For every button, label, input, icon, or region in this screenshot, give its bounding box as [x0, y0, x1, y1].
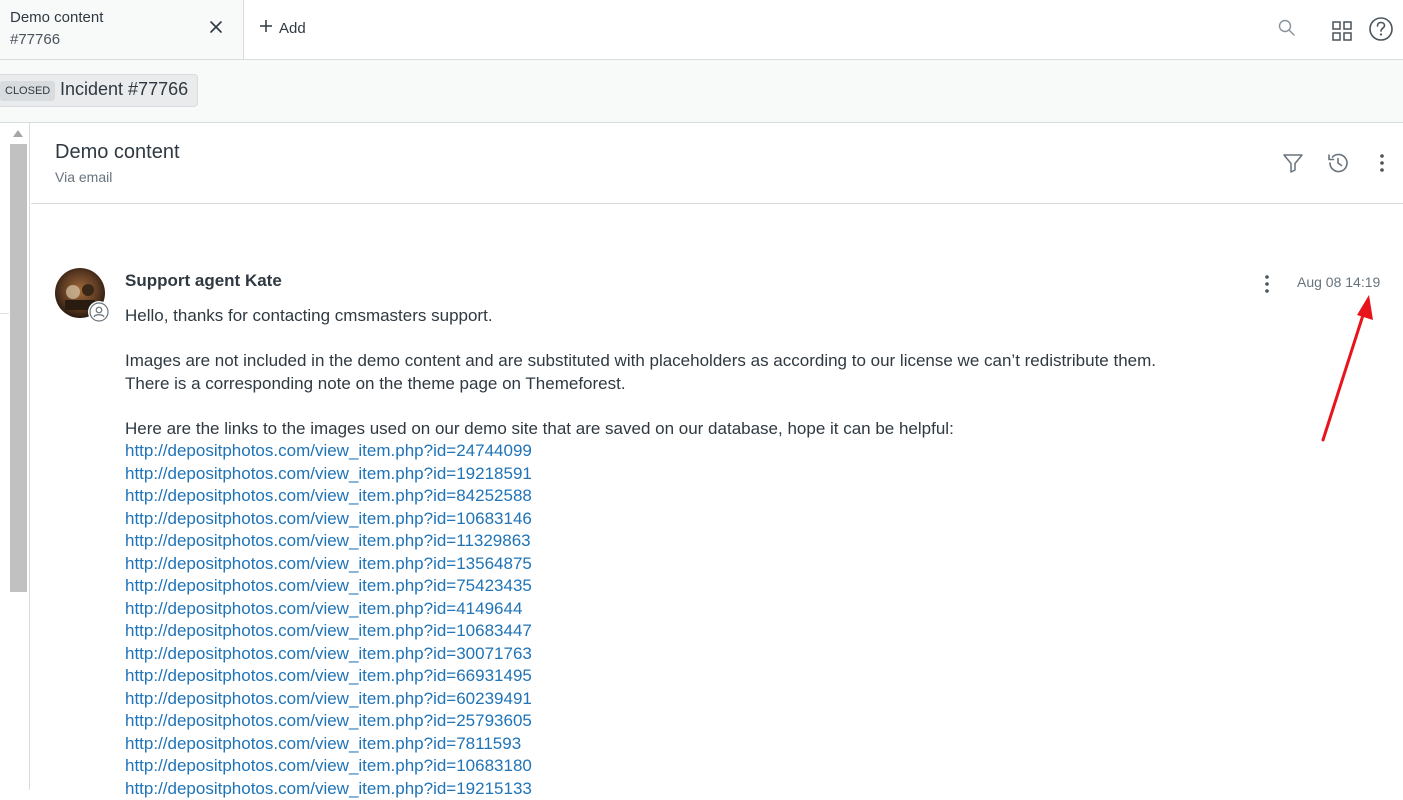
channel-label: Via email: [55, 169, 112, 185]
tab-title: Demo content: [10, 9, 103, 26]
image-link[interactable]: http://depositphotos.com/view_item.php?i…: [125, 710, 1225, 733]
image-link[interactable]: http://depositphotos.com/view_item.php?i…: [125, 733, 1225, 756]
left-panel-edge: [0, 123, 9, 790]
conversation-header: [31, 123, 1403, 204]
comment-paragraph: Hello, thanks for contacting cmsmasters …: [125, 305, 1225, 328]
image-link[interactable]: http://depositphotos.com/view_item.php?i…: [125, 530, 1225, 553]
scrollbar-thumb[interactable]: [10, 144, 27, 592]
help-icon[interactable]: [1368, 16, 1394, 42]
image-link[interactable]: http://depositphotos.com/view_item.php?i…: [125, 620, 1225, 643]
plus-icon: [259, 19, 273, 37]
incident-label: Incident #77766: [60, 79, 188, 100]
filter-icon[interactable]: [1281, 151, 1305, 175]
image-link[interactable]: http://depositphotos.com/view_item.php?i…: [125, 508, 1225, 531]
search-icon[interactable]: [1277, 18, 1297, 38]
comment-more-icon[interactable]: [1257, 272, 1277, 296]
image-link[interactable]: http://depositphotos.com/view_item.php?i…: [125, 643, 1225, 666]
ticket-subbar: [0, 60, 1403, 123]
image-link[interactable]: http://depositphotos.com/view_item.php?i…: [125, 463, 1225, 486]
scroll-up-arrow-icon[interactable]: [13, 130, 23, 137]
divider: [0, 313, 9, 314]
image-link[interactable]: http://depositphotos.com/view_item.php?i…: [125, 598, 1225, 621]
image-link[interactable]: http://depositphotos.com/view_item.php?i…: [125, 440, 1225, 463]
image-link[interactable]: http://depositphotos.com/view_item.php?i…: [125, 778, 1225, 800]
more-vertical-icon[interactable]: [1372, 151, 1392, 175]
user-icon: [88, 301, 110, 323]
image-link[interactable]: http://depositphotos.com/view_item.php?i…: [125, 553, 1225, 576]
tab-ticket-number: #77766: [10, 31, 60, 48]
page-title: Demo content: [55, 141, 180, 164]
apps-grid-icon[interactable]: [1331, 20, 1353, 42]
comment-paragraph: There is a corresponding note on the the…: [125, 373, 1225, 396]
status-badge: CLOSED: [0, 81, 55, 101]
close-icon[interactable]: [206, 17, 226, 37]
image-link[interactable]: http://depositphotos.com/view_item.php?i…: [125, 688, 1225, 711]
comment-author: Support agent Kate: [125, 271, 282, 291]
link-list: http://depositphotos.com/view_item.php?i…: [125, 440, 1225, 800]
comment-paragraph: Images are not included in the demo cont…: [125, 350, 1225, 373]
add-button-label: Add: [279, 20, 306, 37]
comment-paragraph: Here are the links to the images used on…: [125, 418, 1225, 441]
image-link[interactable]: http://depositphotos.com/view_item.php?i…: [125, 485, 1225, 508]
history-icon[interactable]: [1325, 150, 1351, 176]
annotation-arrow: [1300, 285, 1390, 450]
add-button[interactable]: Add: [259, 16, 306, 40]
comment-body: Hello, thanks for contacting cmsmasters …: [125, 305, 1225, 800]
image-link[interactable]: http://depositphotos.com/view_item.php?i…: [125, 575, 1225, 598]
image-link[interactable]: http://depositphotos.com/view_item.php?i…: [125, 665, 1225, 688]
image-link[interactable]: http://depositphotos.com/view_item.php?i…: [125, 755, 1225, 778]
